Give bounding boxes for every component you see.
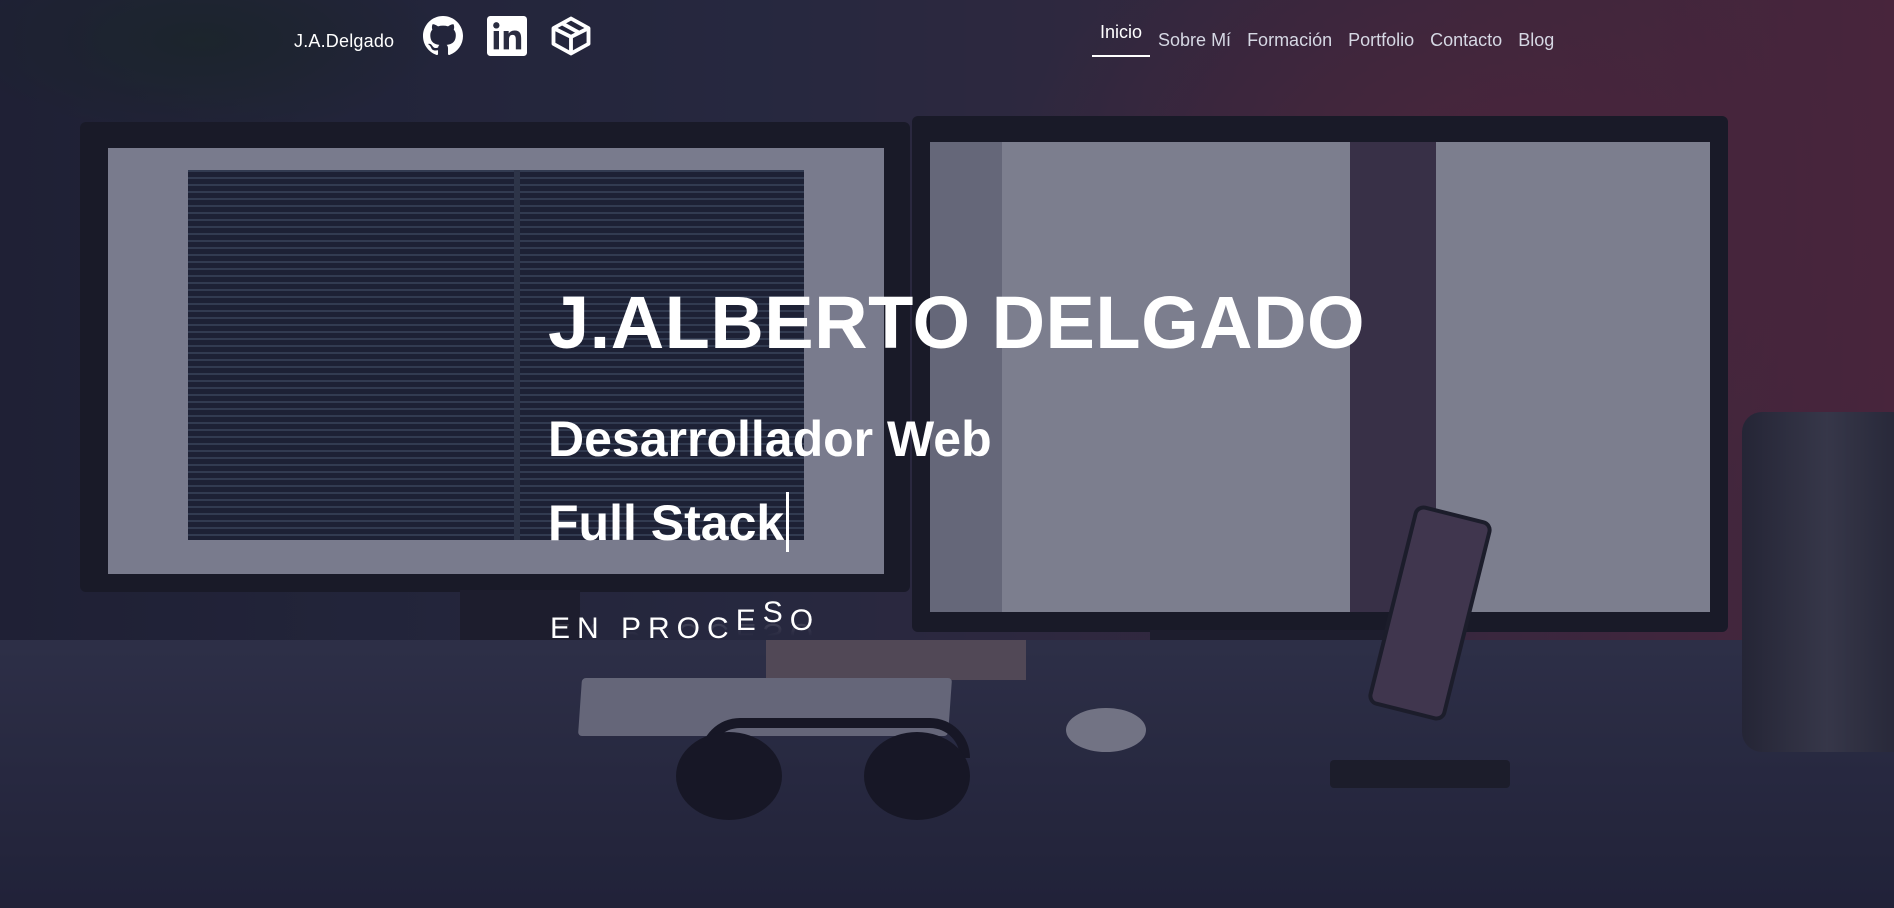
menu-item-portfolio[interactable]: Portfolio [1340, 28, 1422, 57]
menu-item-sobre-mi[interactable]: Sobre Mí [1150, 28, 1239, 57]
typing-cursor [786, 492, 790, 552]
codepen-link[interactable] [551, 16, 591, 58]
linkedin-icon [487, 15, 527, 61]
brand-link[interactable]: J.A.Delgado [294, 31, 394, 52]
menu-item-contacto[interactable]: Contacto [1422, 28, 1510, 57]
menu-item-inicio[interactable]: Inicio [1092, 20, 1151, 57]
status-reflect-part-3: S [762, 617, 790, 650]
github-icon [423, 15, 463, 61]
codepen-icon [550, 15, 592, 62]
hero-role-line-2-text: Full Stack [548, 495, 785, 551]
menu-item-formacion[interactable]: Formación [1239, 28, 1340, 57]
status-reflect-part-2: E [735, 617, 763, 650]
status-reflect-part-1: EN PROC [550, 617, 736, 650]
status-reflect-part-4: O [789, 617, 821, 650]
github-link[interactable] [423, 15, 463, 61]
status-text-reflection: EN PROCESO [550, 616, 820, 650]
linkedin-link[interactable] [487, 15, 527, 61]
hero-title: J.ALBERTO DELGADO [548, 281, 1366, 364]
main-menu: Inicio Sobre Mí Formación Portfolio Cont… [1092, 22, 1562, 57]
top-nav: J.A.Delgado Inicio Sobre Mí Formación Po… [0, 0, 1894, 84]
hero-role-line-1: Desarrollador Web [548, 411, 992, 467]
hero-role-line-2: Full Stack [548, 492, 790, 554]
menu-item-blog[interactable]: Blog [1510, 28, 1562, 57]
